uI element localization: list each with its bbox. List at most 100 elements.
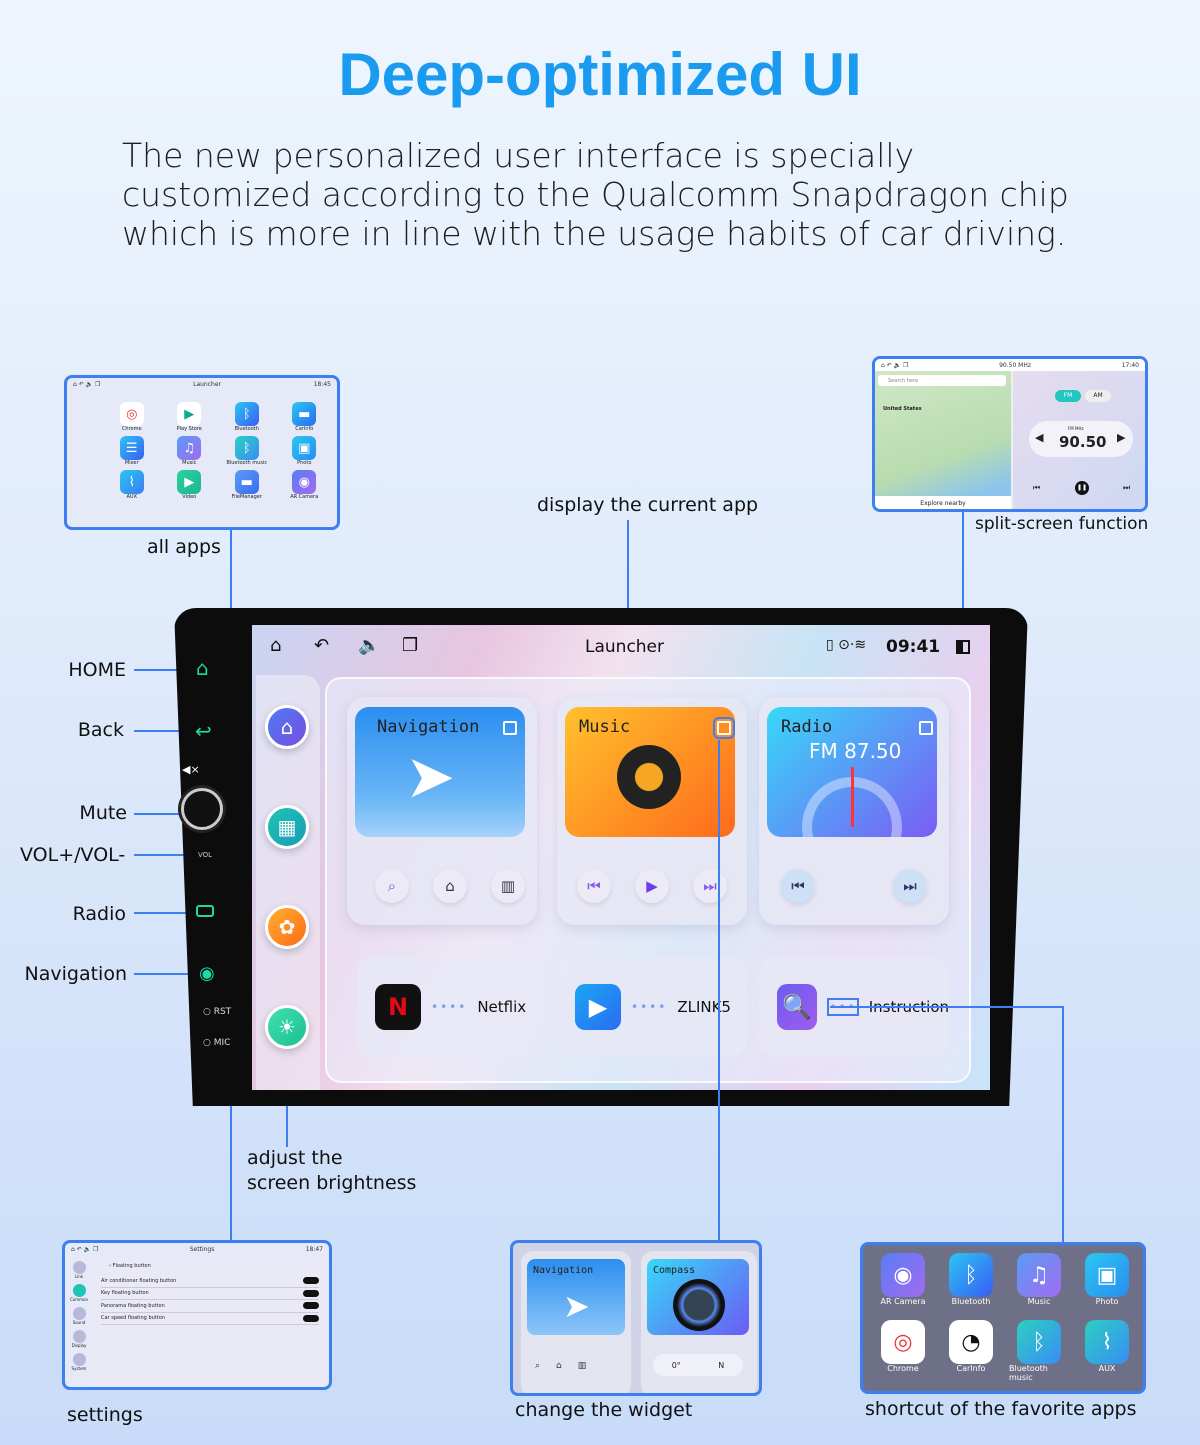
home-nav-icon[interactable]: ⌂: [433, 869, 467, 903]
shortcut-item[interactable]: ᛒ Bluetooth music: [1009, 1320, 1069, 1382]
previous-station-icon[interactable]: ⏮: [781, 869, 815, 903]
back-floating-button[interactable]: ‹ Floating button: [109, 1263, 319, 1269]
nav-icons: ⌂ ↶ 🔈 ❐: [73, 380, 101, 388]
home-key-icon[interactable]: ⌂: [196, 656, 209, 680]
toggle-switch[interactable]: [303, 1289, 319, 1297]
volume-icon[interactable]: 🔈: [358, 635, 380, 656]
map-search-input[interactable]: Search here: [878, 375, 1006, 386]
previous-icon[interactable]: ⏮: [577, 869, 611, 903]
shortcut-icon: ⌇: [1085, 1320, 1129, 1364]
shortcut-label: Bluetooth: [951, 1297, 991, 1306]
app-item[interactable]: ♫ Music: [161, 436, 219, 466]
compass-widget-option[interactable]: Compass 0° N: [641, 1251, 757, 1393]
app-icon: ▶: [177, 402, 202, 426]
callout-line: [134, 912, 190, 914]
navigation-widget[interactable]: ➤ Navigation ⌕ ⌂ ▥: [347, 697, 537, 925]
settings-nav-icon: [72, 1353, 86, 1366]
app-item[interactable]: ▶ Play Store: [161, 402, 219, 432]
split-screen-icon[interactable]: [956, 640, 970, 654]
edit-icon[interactable]: [919, 721, 933, 735]
settings-nav-item[interactable]: Common: [68, 1284, 90, 1302]
volume-knob[interactable]: [181, 788, 223, 830]
settings-nav-item[interactable]: Display: [68, 1330, 90, 1348]
next-icon[interactable]: ⏭: [693, 869, 727, 903]
brightness-rail-button[interactable]: ☀: [265, 1005, 309, 1049]
fm-button[interactable]: FM: [1055, 390, 1081, 402]
callout-current-app: display the current app: [537, 494, 759, 516]
next-icon[interactable]: ⏭: [1123, 483, 1130, 493]
nav-action-icons[interactable]: ⌕⌂▥: [535, 1361, 602, 1371]
callout-line: [134, 973, 190, 975]
shortcut-item[interactable]: ◉ AR Camera: [873, 1253, 933, 1306]
widget-title: Navigation: [533, 1265, 594, 1276]
settings-nav-item[interactable]: Link: [68, 1261, 90, 1279]
shortcut-item[interactable]: ᛒ Bluetooth: [941, 1253, 1001, 1306]
app-item[interactable]: ⌇ AUX: [103, 470, 161, 500]
previous-icon[interactable]: ⏮: [1033, 483, 1040, 493]
settings-nav-label: Link: [74, 1274, 84, 1279]
callout-line: [1062, 1006, 1064, 1242]
shortcut-item[interactable]: ⌇ AUX: [1077, 1320, 1137, 1382]
recent-apps-icon[interactable]: ❐: [402, 635, 418, 656]
app-item[interactable]: ᛒ Bluetooth music: [218, 436, 276, 466]
radio-widget[interactable]: Radio FM 87.50 ⏮ ⏭: [759, 697, 949, 925]
back-icon[interactable]: ↶: [314, 635, 329, 656]
tune-down-icon[interactable]: ◀: [1035, 431, 1043, 444]
netflix-shortcut[interactable]: N •••• Netflix: [357, 957, 547, 1057]
settings-nav-icon: [72, 1261, 86, 1274]
settings-nav-icon: [72, 1330, 86, 1343]
settings-nav-item[interactable]: Sound: [68, 1307, 90, 1325]
edit-icon[interactable]: [503, 721, 517, 735]
settings-panel: ‹ Floating button Air conditioner floati…: [93, 1257, 327, 1387]
callout-brightness: adjust the screen brightness: [247, 1147, 417, 1194]
explore-nearby[interactable]: Explore nearby: [875, 496, 1011, 509]
label-navigation: Navigation: [24, 963, 127, 985]
apps-rail-button[interactable]: ▦: [265, 805, 309, 849]
widget-title: Music: [579, 717, 631, 737]
pause-icon[interactable]: ❚❚: [1075, 481, 1089, 495]
toggle-switch[interactable]: [303, 1302, 319, 1310]
settings-nav-label: Sound: [72, 1320, 86, 1325]
app-item[interactable]: ◎ Chrome: [103, 402, 161, 432]
app-item[interactable]: ▬ FileManager: [218, 470, 276, 500]
app-item[interactable]: ▣ Photo: [276, 436, 334, 466]
label-back: Back: [77, 719, 124, 741]
app-item[interactable]: ᛒ Bluetooth: [218, 402, 276, 432]
map-view[interactable]: Search here United States Explore nearby: [875, 371, 1011, 509]
app-item[interactable]: ◉ AR Camera: [276, 470, 334, 500]
home-rail-button[interactable]: ⌂: [265, 705, 309, 749]
paper-plane-icon: ➤: [405, 742, 456, 812]
edit-icon[interactable]: [713, 717, 735, 739]
back-key-icon[interactable]: ↩: [195, 719, 212, 743]
favorite-apps-thumbnail: ◉ AR Camera ᛒ Bluetooth ♫ Music ▣ Photo ◎ Chrome ◔…: [860, 1242, 1146, 1394]
callout-line: [718, 740, 720, 1240]
play-icon[interactable]: ▶: [635, 869, 669, 903]
navigation-widget-option[interactable]: Navigation ➤ ⌕⌂▥: [521, 1251, 631, 1393]
navigation-key-icon[interactable]: ◉: [199, 963, 215, 984]
app-label: Video: [182, 494, 197, 500]
shortcut-item[interactable]: ▣ Photo: [1077, 1253, 1137, 1306]
paper-plane-icon: ➤: [563, 1287, 590, 1325]
app-item[interactable]: ☰ Mixer: [103, 436, 161, 466]
shortcut-item[interactable]: ♫ Music: [1009, 1253, 1069, 1306]
home-icon[interactable]: ⌂: [270, 635, 281, 656]
radio-key-icon[interactable]: [196, 905, 214, 917]
app-item[interactable]: ▶ Video: [161, 470, 219, 500]
tune-up-icon[interactable]: ▶: [1117, 431, 1125, 444]
widget-change-thumbnail: Navigation ➤ ⌕⌂▥ Compass 0° N: [510, 1240, 762, 1396]
shortcut-item[interactable]: ◔ CarInfo: [941, 1320, 1001, 1382]
app-item[interactable]: ▬ CarInfo: [276, 402, 334, 432]
search-icon[interactable]: ⌕: [375, 869, 409, 903]
settings-rail-button[interactable]: ✿: [265, 905, 309, 949]
toggle-switch[interactable]: [303, 1277, 319, 1285]
next-station-icon[interactable]: ⏭: [893, 869, 927, 903]
settings-nav-item[interactable]: System: [68, 1353, 90, 1371]
rst-button[interactable]: ○ RST: [203, 1007, 231, 1017]
company-icon[interactable]: ▥: [491, 869, 525, 903]
shortcut-item[interactable]: ◎ Chrome: [873, 1320, 933, 1382]
dots: ••••: [631, 1000, 668, 1014]
clock: 09:41: [886, 637, 941, 657]
toggle-switch[interactable]: [303, 1314, 319, 1322]
am-button[interactable]: AM: [1085, 390, 1111, 402]
mute-icon: ◀×: [182, 763, 200, 776]
